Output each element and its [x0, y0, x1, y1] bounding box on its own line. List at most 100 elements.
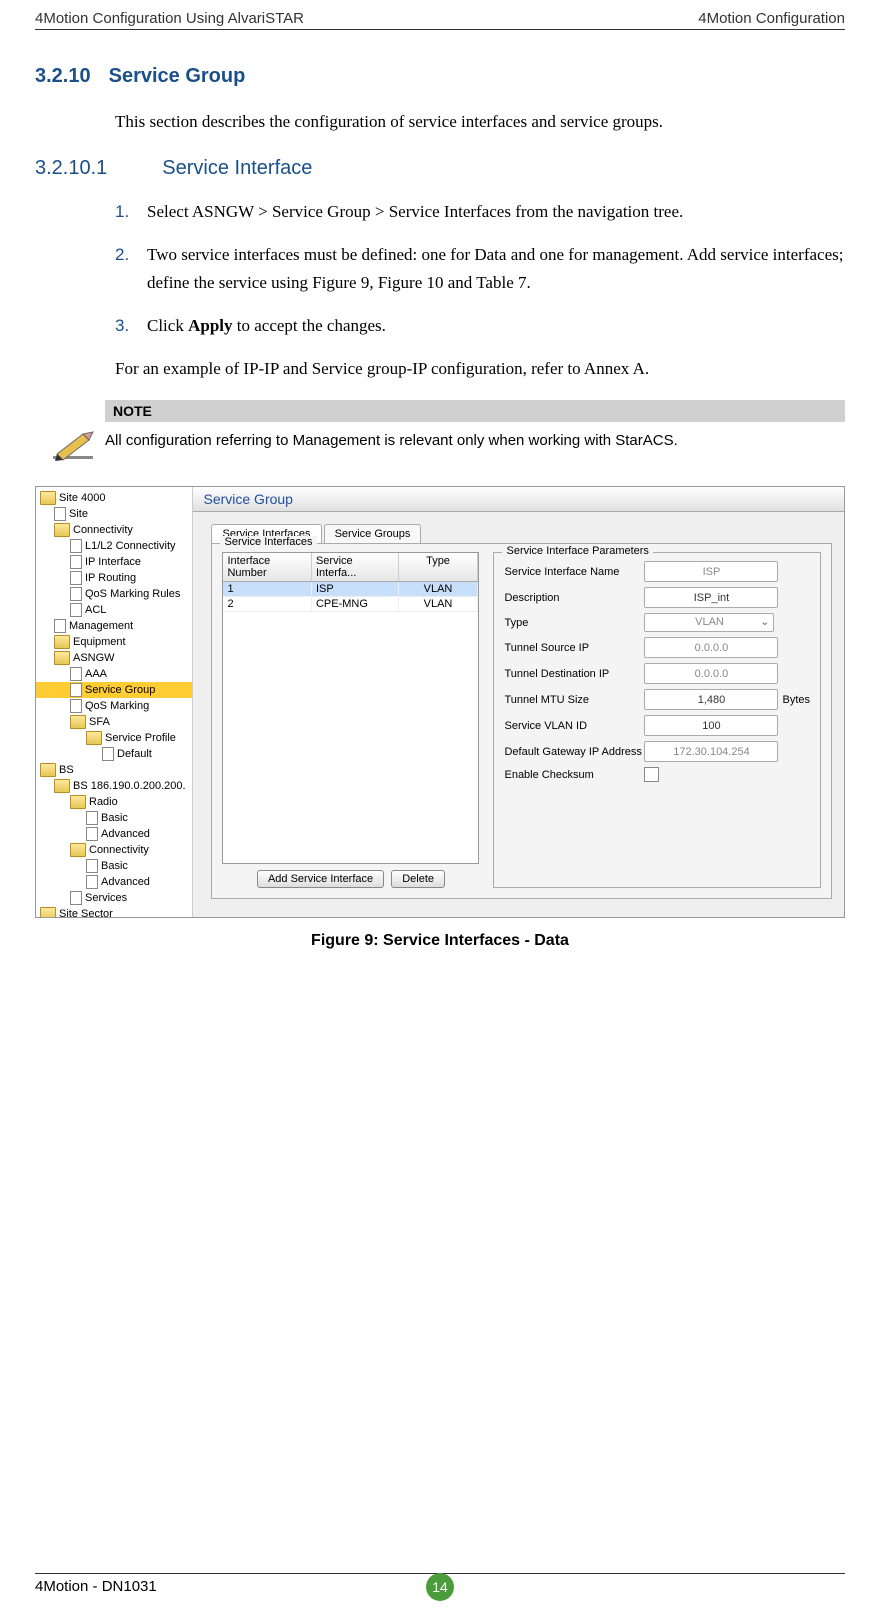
- document-icon: [70, 603, 82, 617]
- tree-qos-rules[interactable]: QoS Marking Rules: [36, 586, 192, 602]
- delete-button[interactable]: Delete: [391, 870, 445, 888]
- subsection-title: Service Interface: [162, 157, 312, 179]
- document-icon: [54, 619, 66, 633]
- service-interface-table[interactable]: Interface Number Service Interfa... Type…: [222, 552, 479, 864]
- tree-bs[interactable]: BS: [36, 762, 192, 778]
- name-label: Service Interface Name: [504, 566, 644, 578]
- tree-ip-routing[interactable]: IP Routing: [36, 570, 192, 586]
- step-2: 2. Two service interfaces must be define…: [115, 241, 845, 295]
- section-number: 3.2.10: [35, 65, 91, 87]
- mtu-label: Tunnel MTU Size: [504, 694, 644, 706]
- table-and-buttons: Interface Number Service Interfa... Type…: [222, 552, 479, 888]
- tunnel-dst-input[interactable]: [644, 663, 778, 684]
- note-text: All configuration referring to Managemen…: [105, 428, 678, 449]
- folder-icon: [86, 731, 102, 745]
- table-row[interactable]: 1 ISP VLAN: [223, 582, 478, 597]
- step-3: 3. Click Apply to accept the changes.: [115, 312, 845, 339]
- params-legend: Service Interface Parameters: [502, 545, 652, 557]
- tab-service-groups[interactable]: Service Groups: [324, 524, 422, 543]
- parameters-fieldset: Service Interface Parameters Service Int…: [493, 552, 821, 888]
- document-icon: [102, 747, 114, 761]
- tree-radio[interactable]: Radio: [36, 794, 192, 810]
- tree-service-profile[interactable]: Service Profile: [36, 730, 192, 746]
- after-steps-text: For an example of IP-IP and Service grou…: [115, 355, 845, 382]
- col-interface-number[interactable]: Interface Number: [223, 553, 311, 581]
- folder-icon: [70, 715, 86, 729]
- tree-site-sector[interactable]: Site Sector: [36, 906, 192, 917]
- section-heading: 3.2.10 Service Group: [35, 65, 845, 88]
- tree-ip-interface[interactable]: IP Interface: [36, 554, 192, 570]
- checksum-checkbox[interactable]: [644, 767, 659, 782]
- tree-acl[interactable]: ACL: [36, 602, 192, 618]
- folder-icon: [54, 651, 70, 665]
- tree-site-4000[interactable]: Site 4000: [36, 490, 192, 506]
- gateway-label: Default Gateway IP Address: [504, 746, 644, 758]
- col-type[interactable]: Type: [399, 553, 479, 581]
- mtu-unit: Bytes: [782, 694, 810, 706]
- mtu-input[interactable]: [644, 689, 778, 710]
- tunnel-src-label: Tunnel Source IP: [504, 642, 644, 654]
- document-icon: [86, 827, 98, 841]
- step-text-post: to accept the changes.: [233, 316, 386, 335]
- header-left: 4Motion Configuration Using AlvariSTAR: [35, 10, 304, 27]
- folder-icon: [54, 779, 70, 793]
- document-icon: [70, 683, 82, 697]
- document-icon: [70, 699, 82, 713]
- tree-equipment[interactable]: Equipment: [36, 634, 192, 650]
- tree-connectivity[interactable]: Connectivity: [36, 522, 192, 538]
- description-input[interactable]: [644, 587, 778, 608]
- header-right: 4Motion Configuration: [698, 10, 845, 27]
- tree-sfa[interactable]: SFA: [36, 714, 192, 730]
- tree-asngw[interactable]: ASNGW: [36, 650, 192, 666]
- vlan-label: Service VLAN ID: [504, 720, 644, 732]
- navigation-tree[interactable]: Site 4000 Site Connectivity L1/L2 Connec…: [36, 487, 193, 917]
- folder-icon: [70, 795, 86, 809]
- tree-advanced[interactable]: Advanced: [36, 826, 192, 842]
- step-text: Select ASNGW > Service Group > Service I…: [147, 202, 683, 221]
- tunnel-src-input[interactable]: [644, 637, 778, 658]
- tree-l1l2[interactable]: L1/L2 Connectivity: [36, 538, 192, 554]
- type-select[interactable]: VLAN: [644, 613, 774, 632]
- checksum-label: Enable Checksum: [504, 769, 644, 781]
- note-label: NOTE: [105, 400, 845, 422]
- folder-icon: [40, 907, 56, 917]
- tree-basic-2[interactable]: Basic: [36, 858, 192, 874]
- page-footer: 4Motion - DN1031 14: [35, 1573, 845, 1595]
- tree-basic[interactable]: Basic: [36, 810, 192, 826]
- gateway-input[interactable]: [644, 741, 778, 762]
- subsection-heading: 3.2.10.1 Service Interface: [35, 157, 845, 180]
- footer-left: 4Motion - DN1031: [35, 1578, 157, 1595]
- tree-bs-ip[interactable]: BS 186.190.0.200.200.: [36, 778, 192, 794]
- tree-advanced-2[interactable]: Advanced: [36, 874, 192, 890]
- tree-management[interactable]: Management: [36, 618, 192, 634]
- document-icon: [86, 859, 98, 873]
- content-title: Service Group: [193, 487, 844, 512]
- tree-aaa[interactable]: AAA: [36, 666, 192, 682]
- step-1: 1. Select ASNGW > Service Group > Servic…: [115, 198, 845, 225]
- tunnel-dst-label: Tunnel Destination IP: [504, 668, 644, 680]
- tree-qos-marking[interactable]: QoS Marking: [36, 698, 192, 714]
- col-service-interface[interactable]: Service Interfa...: [312, 553, 399, 581]
- tree-services[interactable]: Services: [36, 890, 192, 906]
- screenshot-figure: Site 4000 Site Connectivity L1/L2 Connec…: [35, 486, 845, 918]
- add-service-interface-button[interactable]: Add Service Interface: [257, 870, 384, 888]
- apply-keyword: Apply: [188, 316, 232, 335]
- folder-icon: [54, 635, 70, 649]
- section-title: Service Group: [109, 65, 246, 87]
- table-header: Interface Number Service Interfa... Type: [223, 553, 478, 582]
- tree-site[interactable]: Site: [36, 506, 192, 522]
- tree-service-group[interactable]: Service Group: [36, 682, 192, 698]
- document-icon: [70, 555, 82, 569]
- tree-connectivity-2[interactable]: Connectivity: [36, 842, 192, 858]
- subsection-number: 3.2.10.1: [35, 157, 107, 179]
- table-row[interactable]: 2 CPE-MNG VLAN: [223, 597, 478, 612]
- fieldset-legend: Service Interfaces: [220, 536, 316, 548]
- note-block: NOTE All configuration referring to Mana…: [35, 400, 845, 466]
- page-header: 4Motion Configuration Using AlvariSTAR 4…: [35, 10, 845, 30]
- vlan-input[interactable]: [644, 715, 778, 736]
- type-label: Type: [504, 617, 644, 629]
- tree-default[interactable]: Default: [36, 746, 192, 762]
- document-icon: [86, 811, 98, 825]
- page-number-badge: 14: [426, 1573, 454, 1601]
- name-input[interactable]: [644, 561, 778, 582]
